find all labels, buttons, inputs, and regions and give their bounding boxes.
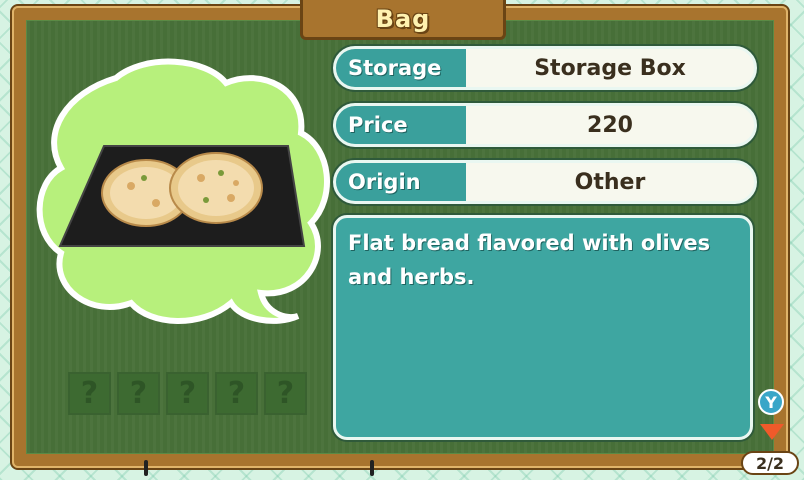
frame-pin: [144, 460, 148, 476]
frame-pin: [370, 460, 374, 476]
price-label: Price: [336, 106, 466, 144]
focaccia-icon: [58, 145, 306, 247]
ingredient-slot[interactable]: ?: [215, 372, 258, 415]
origin-row: Origin Other: [333, 160, 757, 204]
price-value: 220: [587, 112, 633, 138]
ingredient-slot[interactable]: ?: [68, 372, 111, 415]
origin-value: Other: [574, 169, 646, 195]
title-tab: Bag: [300, 0, 506, 40]
y-button-icon[interactable]: Y: [758, 389, 784, 415]
ingredient-slot[interactable]: ?: [117, 372, 160, 415]
origin-label: Origin: [336, 163, 466, 201]
item-image-bubble: [36, 58, 330, 324]
ingredient-slots: ? ? ? ? ?: [68, 372, 307, 415]
ingredient-slot[interactable]: ?: [264, 372, 307, 415]
item-description: Flat bread flavored with olives and herb…: [333, 215, 753, 440]
page-indicator: 2/2: [741, 451, 799, 475]
page-title: Bag: [375, 4, 431, 33]
scroll-down-arrow-icon[interactable]: [760, 424, 784, 440]
storage-value: Storage Box: [534, 55, 686, 81]
storage-row: Storage Storage Box: [333, 46, 757, 90]
storage-label: Storage: [336, 49, 466, 87]
price-row: Price 220: [333, 103, 757, 147]
ingredient-slot[interactable]: ?: [166, 372, 209, 415]
